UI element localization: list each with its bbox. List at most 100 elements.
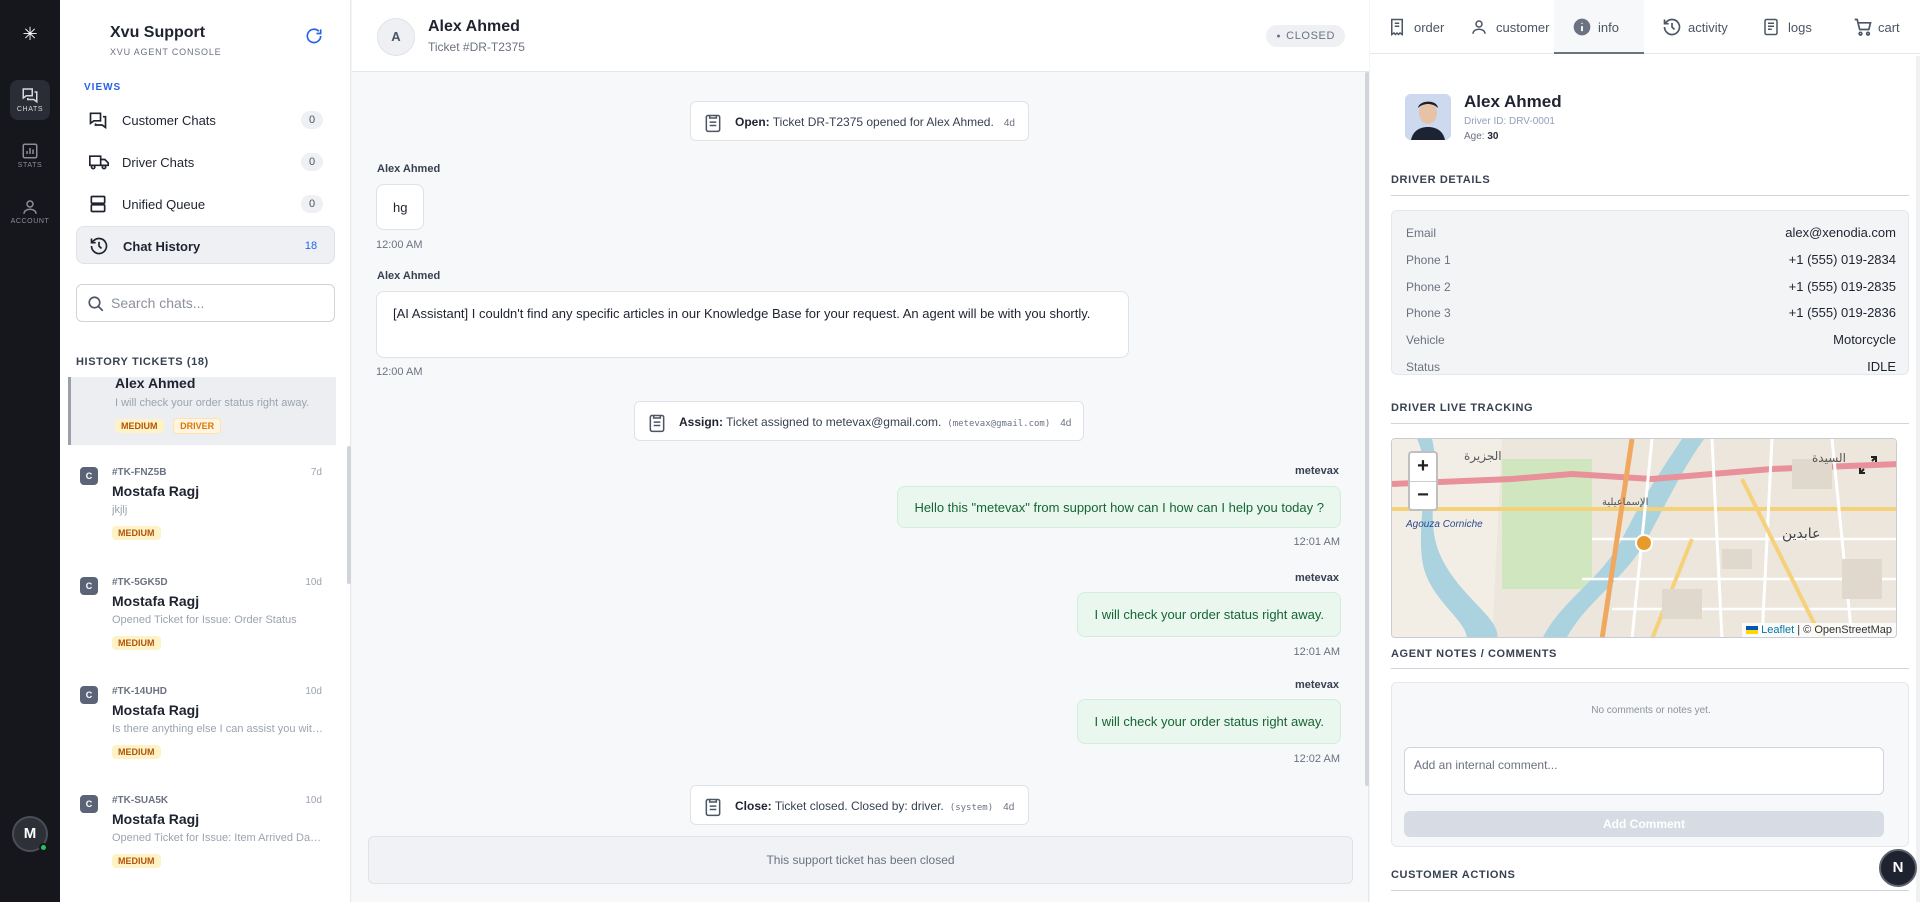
event-text: Ticket closed. Closed by: driver. <box>774 799 944 813</box>
detail-value: alex@xenodia.com <box>1785 225 1896 240</box>
truck-icon <box>89 155 109 170</box>
cart-icon <box>1854 18 1872 36</box>
count-badge: 0 <box>301 153 323 171</box>
map-attribution: Leaflet | © OpenStreetMap <box>1742 623 1896 637</box>
ticket-tags: MEDIUM DRIVER <box>115 417 227 434</box>
tab-order[interactable]: order <box>1370 0 1452 54</box>
rail-stats[interactable]: STATS <box>10 136 50 176</box>
tab-logs[interactable]: logs <box>1744 0 1834 54</box>
rail-chats[interactable]: CHATS <box>10 80 50 120</box>
zoom-in-button[interactable]: + <box>1410 453 1436 481</box>
sidebar-item-label: Chat History <box>123 239 201 254</box>
ticket-item[interactable]: C #TK-FNZ5B 7d Mostafa Ragj jkjlj MEDIUM <box>68 459 336 567</box>
ticket-name: Mostafa Ragj <box>112 483 200 499</box>
event-extra: (metevax@gmail.com) <box>947 419 1051 429</box>
message-sender: metevax <box>1294 572 1339 584</box>
ticket-item[interactable]: C #TK-SUA5K 10d Mostafa Ragj Opened Tick… <box>68 787 336 895</box>
message-sender: metevax <box>1294 465 1339 477</box>
sidebar-item-unified-queue[interactable]: Unified Queue 0 <box>76 185 335 223</box>
tab-info[interactable]: info <box>1554 0 1644 54</box>
detail-label: Phone 1 <box>1406 253 1451 267</box>
panel-scrollbar[interactable] <box>1916 56 1920 902</box>
message-bubble: [AI Assistant] I couldn't find any speci… <box>376 291 1129 358</box>
sidebar-scrollbar[interactable] <box>347 446 351 584</box>
priority-tag: MEDIUM <box>112 526 161 540</box>
ticket-age: 10d <box>305 795 322 806</box>
sidebar: Xvu Support XVU AGENT CONSOLE VIEWS Cust… <box>60 0 351 902</box>
event-kind: Assign: <box>679 415 724 429</box>
tab-cart[interactable]: cart <box>1834 0 1918 54</box>
document-icon <box>649 414 665 433</box>
ticket-avatar: C <box>80 795 98 813</box>
contact-avatar: A <box>377 18 415 56</box>
driver-age-label: Age: <box>1464 131 1485 142</box>
tab-label: order <box>1414 20 1445 35</box>
driver-name: Alex Ahmed <box>1464 92 1562 111</box>
driver-id: Driver ID: DRV-0001 <box>1464 116 1555 127</box>
comment-input[interactable] <box>1414 758 1874 786</box>
event-text: Ticket assigned to metevax@gmail.com. <box>726 415 942 429</box>
sidebar-item-driver-chats[interactable]: Driver Chats 0 <box>76 143 335 181</box>
online-status-dot <box>39 843 48 852</box>
system-event-open: Open: Ticket DR-T2375 opened for Alex Ah… <box>690 101 1029 141</box>
customer-actions-title: CUSTOMER ACTIONS <box>1391 869 1516 881</box>
ticket-age: 7d <box>310 467 322 478</box>
divider <box>1391 423 1909 424</box>
document-icon <box>705 114 721 133</box>
detail-row-phone-2: Phone 2 +1 (555) 019-2835 <box>1406 278 1896 298</box>
refresh-icon[interactable] <box>304 26 324 49</box>
live-tracking-map[interactable]: الجزيرة Agouza Corniche عابدين الإسماعيل… <box>1391 438 1897 638</box>
list-document-icon <box>1764 18 1778 36</box>
chat-scrollbar[interactable] <box>1365 72 1369 786</box>
search-box <box>76 284 335 322</box>
event-age: 4d <box>1003 118 1015 129</box>
detail-label: Status <box>1406 360 1441 374</box>
flag-icon <box>1746 626 1759 635</box>
ticket-preview: jkjlj <box>112 504 128 516</box>
ticket-name: Mostafa Ragj <box>112 811 200 827</box>
history-icon <box>90 237 108 255</box>
ticket-name: Alex Ahmed <box>115 377 196 391</box>
message-sender: metevax <box>1294 679 1339 691</box>
system-event-assign: Assign: Ticket assigned to metevax@gmail… <box>634 401 1084 441</box>
views-label: VIEWS <box>84 82 122 93</box>
map-tiles <box>1392 439 1896 637</box>
event-age: 4d <box>1003 802 1015 813</box>
zoom-out-button[interactable]: − <box>1410 481 1436 509</box>
map-label: Agouza Corniche <box>1406 519 1483 530</box>
sidebar-item-chat-history[interactable]: Chat History 18 <box>76 226 335 264</box>
detail-row-status: Status IDLE <box>1406 358 1896 374</box>
detail-label: Vehicle <box>1406 333 1445 347</box>
map-label: الجزيرة <box>1464 449 1502 463</box>
info-icon <box>1573 18 1591 36</box>
driver-details-title: DRIVER DETAILS <box>1391 174 1491 186</box>
message-list: Open: Ticket DR-T2375 opened for Alex Ah… <box>352 73 1369 825</box>
chat-area: A Alex Ahmed Ticket #DR-T2375 CLOSED Ope… <box>352 0 1369 902</box>
message-time: 12:00 AM <box>376 239 423 251</box>
sidebar-item-customer-chats[interactable]: Customer Chats 0 <box>76 101 335 139</box>
driver-age-value: 30 <box>1487 131 1499 142</box>
leaflet-link[interactable]: Leaflet <box>1761 624 1794 636</box>
panel-tabs: order customer info activity logs cart <box>1370 0 1920 54</box>
ticket-item[interactable]: C #TK-5GK5D 10d Mostafa Ragj Opened Tick… <box>68 569 336 677</box>
ticket-item[interactable]: Alex Ahmed I will check your order statu… <box>68 377 336 445</box>
notes-card: No comments or notes yet. Add Comment <box>1391 682 1909 847</box>
help-fab-button[interactable]: N <box>1879 849 1917 887</box>
rail-account[interactable]: ACCOUNT <box>10 192 50 232</box>
ticket-preview: Opened Ticket for Issue: Item Arrived Da… <box>112 832 324 844</box>
rail-stats-label: STATS <box>17 162 43 169</box>
server-stack-icon <box>90 195 106 213</box>
tab-activity[interactable]: activity <box>1644 0 1744 54</box>
ticket-avatar: C <box>80 467 98 485</box>
fullscreen-icon[interactable] <box>1854 451 1882 479</box>
add-comment-button[interactable]: Add Comment <box>1404 811 1884 837</box>
app-rail: ✳ CHATS STATS ACCOUNT M <box>0 0 60 902</box>
ticket-item[interactable]: C #TK-14UHD 10d Mostafa Ragj Is there an… <box>68 678 336 786</box>
search-input[interactable] <box>111 293 321 313</box>
tab-customer[interactable]: customer <box>1452 0 1554 54</box>
agent-notes-title: AGENT NOTES / COMMENTS <box>1391 648 1557 660</box>
system-event-close: Close: Ticket closed. Closed by: driver.… <box>690 785 1029 825</box>
contact-name: Alex Ahmed <box>428 18 520 35</box>
user-icon <box>1472 20 1486 34</box>
account-icon <box>23 200 37 214</box>
